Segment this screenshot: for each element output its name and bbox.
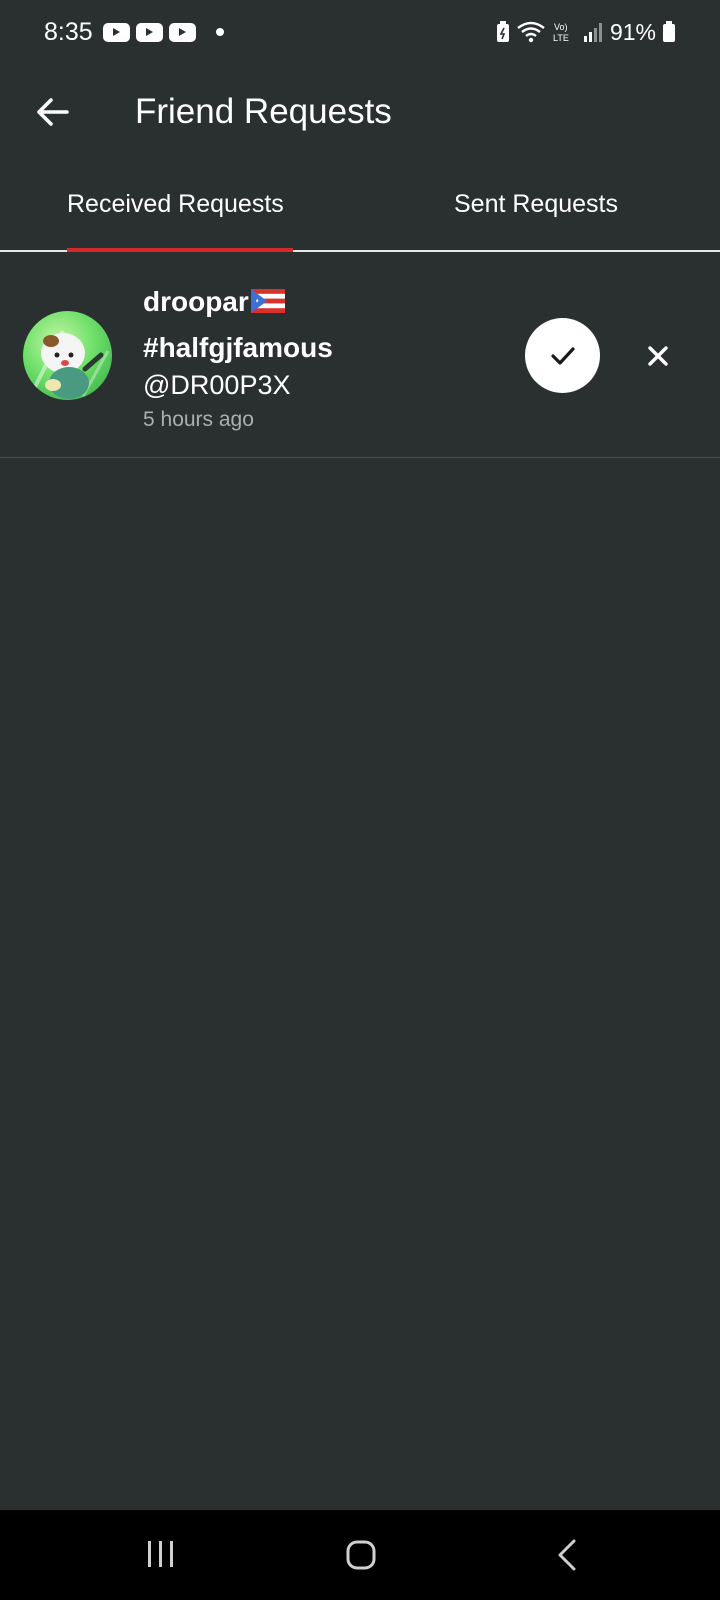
youtube-icon: [168, 22, 196, 42]
arrow-left-icon: [37, 98, 69, 126]
accept-request-button[interactable]: [525, 318, 600, 393]
app-bar: Friend Requests: [0, 64, 720, 160]
user-display-name: droopar #halfgjfamous: [143, 280, 503, 370]
signal-icon: [582, 21, 604, 43]
home-button[interactable]: [344, 1538, 378, 1572]
friend-request-row[interactable]: droopar #halfgjfamous @DR00P3X 5 hours a…: [0, 254, 720, 458]
user-handle: @DR00P3X: [143, 370, 291, 400]
back-button[interactable]: [30, 90, 74, 134]
recents-button[interactable]: [145, 1538, 177, 1570]
svg-text:Vo): Vo): [554, 22, 568, 32]
battery-percent: 91%: [609, 18, 656, 45]
tab-received-requests[interactable]: Received Requests: [67, 190, 284, 219]
network-label: LTE: [553, 33, 569, 43]
home-icon: [346, 1540, 376, 1570]
youtube-icon: [135, 22, 163, 42]
notification-dot-icon: [215, 28, 224, 36]
back-icon: [558, 1539, 576, 1571]
tab-bar: Received Requests Sent Requests: [0, 168, 720, 252]
recents-icon: [148, 1541, 173, 1567]
tab-indicator: [67, 248, 293, 252]
youtube-icon: [102, 22, 130, 42]
decline-request-button[interactable]: [636, 334, 680, 378]
user-name-line1: droopar: [143, 286, 249, 317]
avatar[interactable]: [23, 311, 112, 400]
volte-icon: Vo) LTE: [552, 20, 576, 44]
user-name-line2: #halfgjfamous: [143, 331, 333, 363]
check-icon: [550, 346, 575, 365]
wifi-icon: [516, 20, 546, 44]
status-bar: 8:35 Vo) LTE 91%: [0, 0, 720, 64]
tab-sent-requests[interactable]: Sent Requests: [454, 190, 618, 219]
avatar-image: [31, 330, 110, 399]
status-left: 8:35: [44, 18, 224, 47]
nav-back-button[interactable]: [552, 1538, 582, 1572]
puerto-rico-flag-icon: [250, 282, 285, 326]
close-icon: [648, 346, 668, 366]
battery-saver-icon: [496, 21, 510, 43]
system-nav-bar: [0, 1510, 720, 1600]
status-time: 8:35: [44, 17, 93, 46]
battery-icon: [662, 21, 676, 43]
page-title: Friend Requests: [135, 92, 392, 131]
status-right: Vo) LTE 91%: [496, 19, 676, 46]
request-time: 5 hours ago: [143, 408, 254, 431]
